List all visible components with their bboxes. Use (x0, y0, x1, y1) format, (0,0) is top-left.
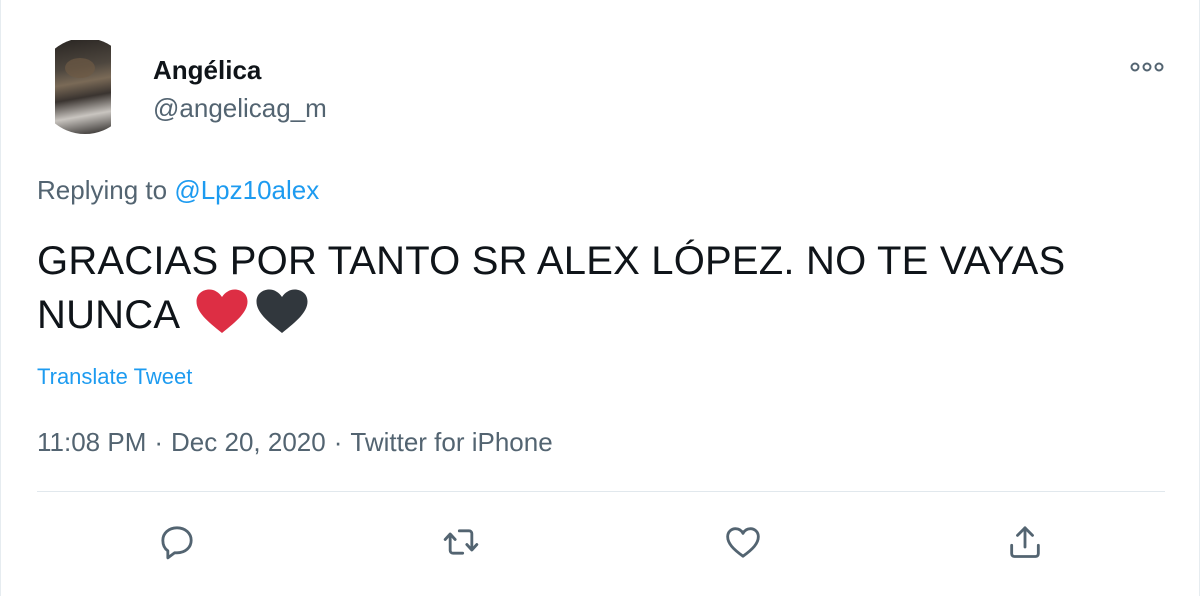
avatar[interactable] (37, 38, 133, 134)
share-button[interactable] (1001, 518, 1049, 566)
like-button[interactable] (719, 518, 767, 566)
more-options-button[interactable] (1125, 52, 1169, 82)
divider (37, 491, 1165, 492)
display-name[interactable]: Angélica (153, 54, 261, 86)
red-heart-icon (195, 288, 249, 350)
user-handle[interactable]: @angelicag_m (153, 92, 327, 124)
retweet-button[interactable] (437, 518, 485, 566)
tweet-date[interactable]: Dec 20, 2020 (171, 427, 326, 457)
like-icon (726, 527, 760, 558)
tweet-text: GRACIAS POR TANTO SR ALEX LÓPEZ. NO TE V… (37, 234, 1157, 350)
more-dots-icon (1130, 62, 1164, 72)
meta-separator: · (154, 427, 164, 457)
translate-tweet-link[interactable]: Translate Tweet (37, 362, 192, 392)
tweet-text-line1: GRACIAS POR TANTO SR ALEX LÓPEZ. NO TE V… (37, 239, 1066, 283)
share-icon (1010, 526, 1040, 558)
tweet-meta: 11:08 PM · Dec 20, 2020 · Twitter for iPhone (37, 424, 553, 460)
reply-button[interactable] (153, 518, 201, 566)
retweet-icon (443, 529, 479, 555)
replying-to: Replying to @Lpz10alex (37, 173, 319, 207)
black-heart-icon (255, 288, 309, 350)
replying-to-label: Replying to (37, 175, 168, 205)
reply-icon (161, 526, 193, 560)
avatar-photo (55, 40, 111, 134)
replying-to-mention[interactable]: @Lpz10alex (174, 175, 319, 205)
tweet-source[interactable]: Twitter for iPhone (350, 427, 552, 457)
meta-separator: · (333, 427, 343, 457)
tweet-card: Angélica @angelicag_m Replying to @Lpz10… (0, 0, 1200, 596)
tweet-time[interactable]: 11:08 PM (37, 427, 146, 457)
tweet-text-line2: NUNCA (37, 293, 179, 337)
